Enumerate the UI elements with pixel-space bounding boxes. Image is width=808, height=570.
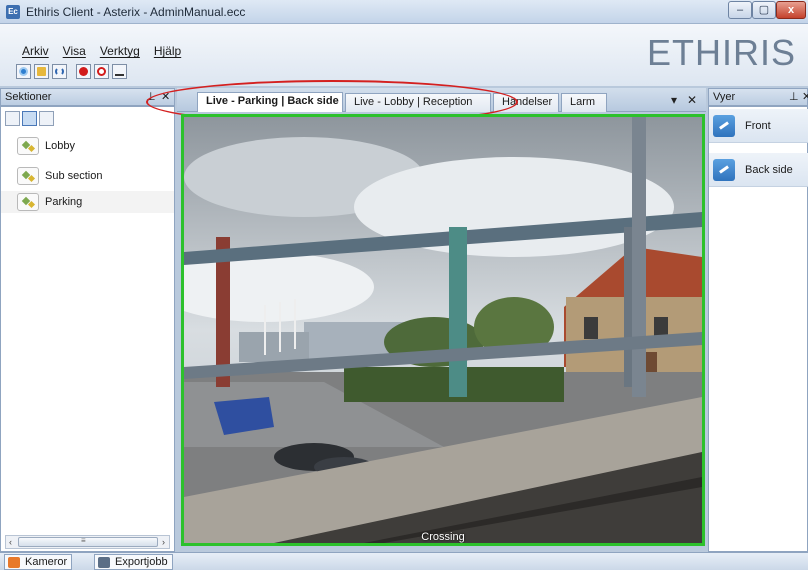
views-panel: Front Back side bbox=[708, 106, 808, 552]
section-label: Parking bbox=[45, 196, 83, 208]
tab-exportjobb[interactable]: Exportjobb bbox=[94, 554, 173, 570]
section-label: Sub section bbox=[45, 170, 103, 182]
record-icon[interactable] bbox=[76, 64, 91, 79]
anchor-icon[interactable] bbox=[112, 64, 127, 79]
brackets-icon[interactable] bbox=[52, 64, 67, 79]
tree-view-icon[interactable] bbox=[5, 111, 20, 126]
view-item-front[interactable]: Front bbox=[709, 109, 808, 143]
menu-hjalp[interactable]: Hjälp bbox=[154, 44, 181, 58]
tab-kameror[interactable]: Kameror bbox=[4, 554, 73, 570]
menu-toolbar-area: Arkiv Visa Verktyg Hjälp ETHIRIS bbox=[0, 24, 808, 86]
view-label: Back side bbox=[745, 163, 793, 176]
live-video-view[interactable]: Crossing bbox=[181, 114, 705, 546]
section-icon bbox=[17, 167, 39, 185]
camera-icon bbox=[8, 557, 20, 568]
view-item-back-side[interactable]: Back side bbox=[709, 153, 808, 187]
section-item-parking[interactable]: Parking bbox=[1, 191, 174, 213]
close-panel-icon[interactable]: ✕ bbox=[161, 89, 170, 105]
tab-live-lobby[interactable]: Live - Lobby | Reception bbox=[345, 93, 491, 112]
tab-larm[interactable]: Larm bbox=[561, 93, 607, 112]
minimize-button[interactable]: – bbox=[728, 1, 752, 19]
scrollbar-thumb[interactable]: ≡ bbox=[18, 536, 158, 547]
views-panel-header: Vyer ⊥ ✕ bbox=[708, 88, 808, 106]
camera-name-label: Crossing bbox=[421, 531, 465, 543]
camera-image bbox=[184, 117, 702, 543]
maximize-button[interactable]: ▢ bbox=[752, 1, 776, 19]
scroll-grip-icon: ≡ bbox=[81, 536, 86, 545]
menu-bar: Arkiv Visa Verktyg Hjälp bbox=[22, 44, 181, 58]
export-icon bbox=[98, 557, 110, 568]
horizontal-scrollbar[interactable]: ‹ ≡ › bbox=[5, 535, 170, 549]
ethiris-logo: ETHIRIS bbox=[646, 32, 796, 73]
menu-visa[interactable]: Visa bbox=[63, 44, 86, 58]
list-view-icon[interactable] bbox=[22, 111, 37, 126]
view-icon bbox=[713, 158, 735, 181]
details-view-icon[interactable] bbox=[39, 111, 54, 126]
sections-panel-header: Sektioner ⊥ ✕ bbox=[0, 88, 175, 106]
power-icon[interactable] bbox=[94, 64, 109, 79]
section-icon bbox=[17, 137, 39, 155]
title-bar: Ec Ethiris Client - Asterix - AdminManua… bbox=[0, 0, 808, 24]
settings-icon[interactable] bbox=[16, 64, 31, 79]
tab-handelser[interactable]: Händelser bbox=[493, 93, 559, 112]
bottom-tabstrip: Kameror Exportjobb bbox=[0, 552, 808, 570]
sections-panel-title: Sektioner bbox=[5, 91, 52, 103]
window-title: Ethiris Client - Asterix - AdminManual.e… bbox=[26, 5, 246, 19]
tab-live-parking[interactable]: Live - Parking | Back side bbox=[197, 92, 343, 112]
close-tab-icon[interactable]: ✕ bbox=[687, 93, 697, 107]
pin-icon[interactable]: ⊥ bbox=[146, 89, 156, 105]
app-icon: Ec bbox=[6, 5, 20, 19]
document-tabstrip: Live - Parking | Back side Live - Lobby … bbox=[177, 88, 706, 112]
section-item-sub-section[interactable]: Sub section bbox=[1, 161, 174, 191]
close-window-button[interactable]: x bbox=[776, 1, 806, 19]
scroll-left-icon[interactable]: ‹ bbox=[9, 536, 12, 548]
tab-label: Kameror bbox=[25, 556, 68, 568]
scroll-right-icon[interactable]: › bbox=[162, 536, 165, 548]
close-panel-icon[interactable]: ✕ bbox=[802, 89, 808, 105]
view-icon bbox=[713, 114, 735, 137]
menu-arkiv[interactable]: Arkiv bbox=[22, 44, 49, 58]
toolbar bbox=[16, 64, 127, 79]
views-panel-title: Vyer bbox=[713, 91, 736, 103]
tab-list-dropdown-icon[interactable]: ▾ bbox=[671, 93, 677, 107]
sections-panel: Lobby Sub section Parking ‹ ≡ › bbox=[0, 106, 175, 552]
section-icon bbox=[17, 193, 39, 211]
folder-icon[interactable] bbox=[34, 64, 49, 79]
sections-toolbar bbox=[1, 107, 174, 131]
pin-icon[interactable]: ⊥ bbox=[789, 89, 799, 105]
section-item-lobby[interactable]: Lobby bbox=[1, 131, 174, 161]
tab-label: Exportjobb bbox=[115, 556, 168, 568]
menu-verktyg[interactable]: Verktyg bbox=[100, 44, 140, 58]
section-label: Lobby bbox=[45, 140, 75, 152]
view-label: Front bbox=[745, 119, 771, 132]
